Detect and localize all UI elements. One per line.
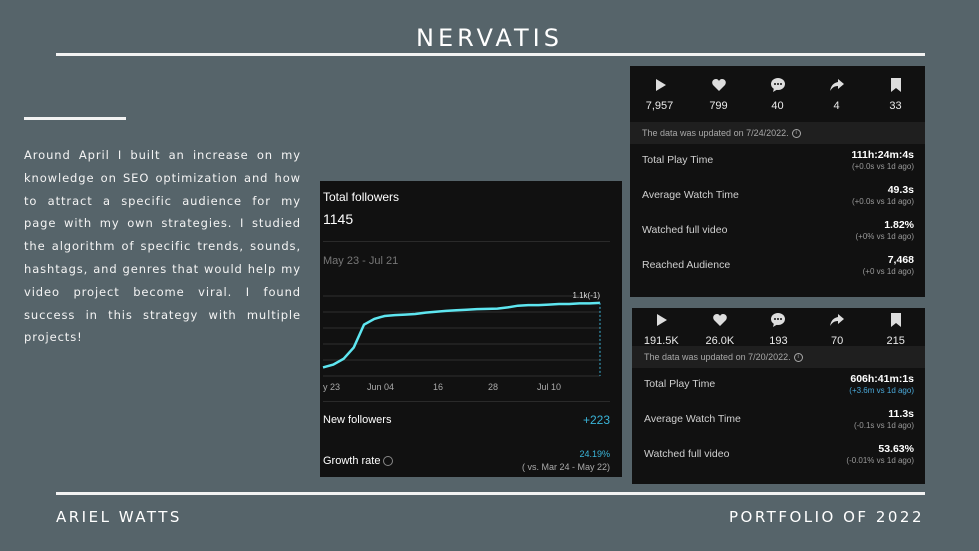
x-tick-label: y 23 xyxy=(323,382,340,392)
date-range: May 23 - Jul 21 xyxy=(323,255,399,267)
metric-value: 111h:24m:4s xyxy=(851,149,914,161)
stats-row: 7,957 799 40 4 33 xyxy=(630,66,925,122)
stat-value: 7,957 xyxy=(645,100,674,112)
metric-label: Total Play Time xyxy=(644,378,716,390)
info-icon[interactable]: i xyxy=(791,129,801,139)
stat-value: 40 xyxy=(771,100,784,112)
stat-value: 799 xyxy=(709,100,728,112)
metrics-list: Total Play Time 606h:41m:1s (+3.6m vs 1d a… xyxy=(632,368,925,473)
metric-label: Average Watch Time xyxy=(644,413,741,425)
metric-change: (+0.0s vs 1d ago) xyxy=(851,162,914,171)
play-icon xyxy=(657,314,668,326)
divider xyxy=(323,241,610,242)
stat-bookmark: 33 xyxy=(866,76,925,112)
share-icon xyxy=(830,314,845,326)
metric-row: Average Watch Time 11.3s (-0.1s vs 1d ago) xyxy=(632,403,925,438)
growth-rate-value: 24.19% xyxy=(579,449,610,459)
metric-label: Total Play Time xyxy=(642,154,714,166)
followers-title: Total followers xyxy=(323,190,400,204)
metric-value: 606h:41m:1s xyxy=(850,373,914,385)
x-tick-label: Jul 10 xyxy=(537,382,561,392)
stat-play: 7,957 xyxy=(630,76,689,112)
stat-bookmark: 215 xyxy=(866,311,925,347)
metric-change: (+0% vs 1d ago) xyxy=(855,232,914,241)
metric-label: Average Watch Time xyxy=(642,189,739,201)
x-tick-label: Jun 04 xyxy=(367,382,394,392)
stat-value: 70 xyxy=(830,335,844,347)
stats-row: 191.5K 26.0K 193 70 215 xyxy=(632,308,925,347)
stat-comment: 193 xyxy=(749,311,808,347)
comment-icon xyxy=(771,313,786,327)
stat-value: 4 xyxy=(833,100,840,112)
stat-play: 191.5K xyxy=(632,311,691,347)
bookmark-icon xyxy=(890,313,901,327)
updated-note: The data was updated on 7/24/2022. i xyxy=(630,122,925,144)
footer-rule xyxy=(56,492,925,495)
comment-icon xyxy=(770,78,785,92)
new-followers-value: +223 xyxy=(582,413,610,427)
new-followers-label: New followers xyxy=(323,414,392,426)
info-icon[interactable]: i xyxy=(793,353,803,363)
heart-icon xyxy=(711,79,726,91)
metric-row: Total Play Time 606h:41m:1s (+3.6m vs 1d a… xyxy=(632,368,925,403)
metric-label: Watched full video xyxy=(642,224,728,236)
metric-label: Watched full video xyxy=(644,448,730,460)
metric-label: Reached Audience xyxy=(642,259,731,271)
accent-rule xyxy=(24,117,126,120)
play-icon xyxy=(655,79,666,91)
stat-heart: 799 xyxy=(689,76,748,112)
updated-note: The data was updated on 7/20/2022. i xyxy=(632,346,925,368)
stat-share: 70 xyxy=(808,311,867,347)
stat-comment: 40 xyxy=(748,76,807,112)
stat-value: 215 xyxy=(886,335,905,347)
video-stats-panel-2: 191.5K 26.0K 193 70 215 The data was updated… xyxy=(632,308,925,484)
metric-value: 7,468 xyxy=(887,254,914,266)
metric-value: 1.82% xyxy=(884,219,914,231)
metric-change: (+0 vs 1d ago) xyxy=(862,267,914,276)
author-name: ARIEL WATTS xyxy=(56,508,182,526)
bookmark-icon xyxy=(890,78,901,92)
metric-value: 11.3s xyxy=(888,408,914,420)
header-rule xyxy=(56,53,925,56)
stat-value: 33 xyxy=(889,100,902,112)
metric-value: 49.3s xyxy=(887,184,914,196)
x-tick-label: 28 xyxy=(488,382,498,392)
growth-rate-comparison: ( vs. Mar 24 - May 22) xyxy=(521,462,610,472)
followers-total: 1145 xyxy=(323,211,354,227)
metric-change: (-0.01% vs 1d ago) xyxy=(846,456,914,465)
heart-icon xyxy=(713,314,727,326)
chart-annotation: 1.1k(-1) xyxy=(572,291,600,300)
divider xyxy=(323,401,610,402)
metric-row: Reached Audience 7,468 (+0 vs 1d ago) xyxy=(630,249,925,284)
metric-row: Watched full video 1.82% (+0% vs 1d ago) xyxy=(630,214,925,249)
growth-rate-label: Growth rate xyxy=(323,455,394,467)
followers-series-line xyxy=(322,301,601,369)
stat-share: 4 xyxy=(807,76,866,112)
metric-value: 53.63% xyxy=(878,443,914,455)
metric-change: (+0.0s vs 1d ago) xyxy=(851,197,914,206)
followers-panel: Total followers 1145 May 23 - Jul 21 1.1… xyxy=(320,181,622,477)
info-icon[interactable] xyxy=(383,456,394,467)
portfolio-year: PORTFOLIO OF 2022 xyxy=(728,508,924,526)
followers-line-chart: 1.1k(-1) y 23 Jun 04 16 28 Jul 10 xyxy=(322,291,601,392)
metric-change: (-0.1s vs 1d ago) xyxy=(853,421,914,430)
metric-row: Total Play Time 111h:24m:4s (+0.0s vs 1d a… xyxy=(630,144,925,179)
metric-row: Average Watch Time 49.3s (+0.0s vs 1d ago) xyxy=(630,179,925,214)
metric-row: Watched full video 53.63% (-0.01% vs 1d ag… xyxy=(632,438,925,473)
description-paragraph: Around April I built an increase on my k… xyxy=(24,148,301,345)
x-tick-label: 16 xyxy=(433,382,443,392)
video-stats-panel-1: 7,957 799 40 4 33 The data was updated on 7/… xyxy=(630,66,925,297)
stat-heart: 26.0K xyxy=(691,311,750,347)
metrics-list: Total Play Time 111h:24m:4s (+0.0s vs 1d a… xyxy=(630,144,925,284)
metric-change: (+3.6m vs 1d ago) xyxy=(849,386,914,395)
page-title: NERVATIS xyxy=(416,24,563,52)
share-icon xyxy=(829,79,844,91)
